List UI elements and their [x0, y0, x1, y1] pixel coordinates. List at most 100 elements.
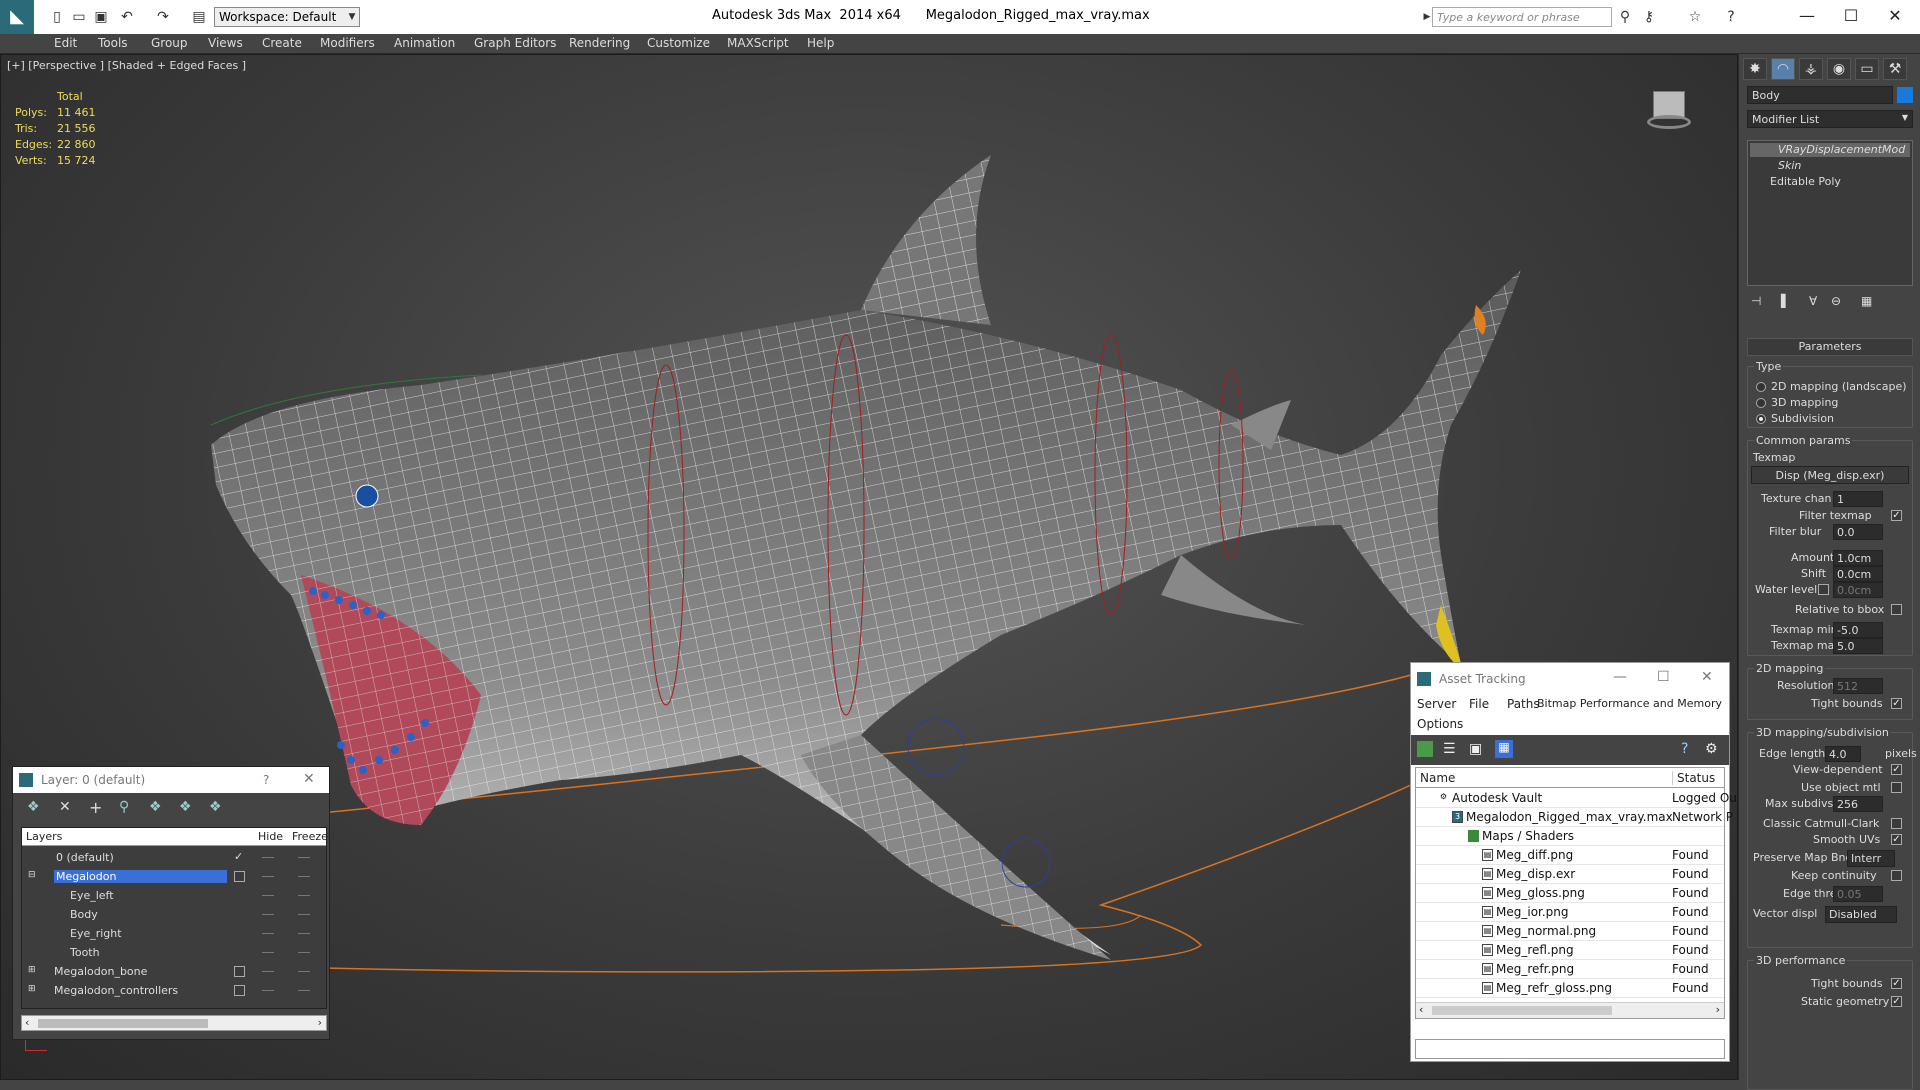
modify-tab-icon[interactable]: ◠	[1771, 58, 1795, 80]
edge-length-spinner[interactable]: 4.0	[1825, 746, 1861, 762]
vector-displ-dropdown[interactable]: Disabled	[1825, 906, 1897, 923]
asset-menu-paths[interactable]: Paths	[1507, 697, 1540, 711]
refresh-icon[interactable]	[1417, 741, 1433, 757]
stack-item[interactable]: VRayDisplacementMod	[1750, 143, 1910, 157]
redo-icon[interactable]: ↷	[154, 9, 172, 25]
asset-menu-options[interactable]: Options	[1417, 717, 1463, 731]
hide-all-icon[interactable]: ❖	[179, 799, 192, 815]
settings-icon[interactable]: ⚙	[1705, 741, 1718, 757]
asset-menu-server[interactable]: Server	[1417, 697, 1456, 711]
modifier-stack[interactable]: VRayDisplacementMod Skin Editable Poly	[1747, 140, 1913, 286]
undo-icon[interactable]: ↶	[118, 9, 136, 25]
keep-continuity-checkbox[interactable]	[1891, 870, 1902, 881]
create-tab-icon[interactable]: ✸	[1743, 58, 1767, 80]
highlight-layer-icon[interactable]: ❖	[149, 799, 162, 815]
stack-item[interactable]: Skin	[1750, 159, 1910, 173]
save-icon[interactable]: ▣	[92, 9, 110, 25]
scroll-left-icon[interactable]: ‹	[1419, 1003, 1423, 1016]
col-status[interactable]: Status	[1672, 771, 1715, 785]
asset-row[interactable]: 3 Megalodon_Rigged_max_vray.max Network P	[1416, 808, 1733, 827]
asset-menu-file[interactable]: File	[1469, 697, 1489, 711]
star-icon[interactable]: ☆	[1686, 9, 1704, 25]
use-object-mtl-checkbox[interactable]	[1891, 782, 1902, 793]
layer-close-button[interactable]: ✕	[303, 771, 315, 787]
delete-layer-icon[interactable]: ✕	[59, 799, 71, 815]
layer-row[interactable]: ⊟ Megalodon	[22, 867, 328, 886]
help-icon[interactable]: ?	[1722, 9, 1740, 25]
create-layer-icon[interactable]: ❖	[27, 799, 40, 815]
menu-help[interactable]: Help	[807, 36, 834, 50]
layer-row[interactable]: ⊞ Megalodon_controllers	[22, 981, 328, 1000]
asset-row[interactable]: ▤ Meg_diff.png Found	[1416, 846, 1724, 865]
pin-stack-icon[interactable]: ⊣	[1751, 294, 1761, 308]
expand-icon[interactable]: ⊟	[28, 870, 36, 880]
add-to-layer-icon[interactable]: +	[89, 798, 102, 817]
amount-spinner[interactable]: 1.0cm	[1833, 550, 1883, 566]
display-tab-icon[interactable]: ▭	[1855, 58, 1879, 80]
layer-row[interactable]: 0 (default) ✓	[22, 848, 328, 867]
radio-2d-mapping[interactable]	[1756, 382, 1766, 392]
scroll-thumb[interactable]	[1432, 1006, 1612, 1015]
water-level-spinner[interactable]: 0.0cm	[1833, 582, 1883, 598]
maximize-button[interactable]: ☐	[1828, 4, 1874, 28]
key-icon[interactable]: ⚷	[1640, 9, 1658, 25]
asset-menu-bitmap[interactable]: Bitmap Performance and Memory	[1537, 697, 1722, 710]
select-layer-icon[interactable]: ⚲	[119, 799, 129, 815]
menu-modifiers[interactable]: Modifiers	[320, 36, 375, 50]
asset-row[interactable]: ▤ Meg_disp.exr Found	[1416, 865, 1724, 884]
layer-row[interactable]: Body	[22, 905, 328, 924]
radio-subdivision[interactable]	[1756, 414, 1766, 424]
project-folder-icon[interactable]: ▤	[190, 9, 208, 25]
menu-group[interactable]: Group	[151, 36, 188, 50]
asset-row[interactable]: ▤ Meg_gloss.png Found	[1416, 884, 1724, 903]
hierarchy-tab-icon[interactable]: ⚶	[1799, 58, 1823, 80]
asset-row[interactable]: ▤ Meg_refl.png Found	[1416, 941, 1724, 960]
layer-row[interactable]: Tooth	[22, 943, 328, 962]
texture-chan-spinner[interactable]: 1	[1833, 491, 1883, 507]
texmap-max-spinner[interactable]: 5.0	[1833, 638, 1883, 654]
static-geometry-checkbox[interactable]: ✓	[1891, 996, 1902, 1007]
col-name[interactable]: Name	[1420, 771, 1455, 785]
asset-maximize-button[interactable]: ☐	[1657, 669, 1670, 685]
app-logo[interactable]: ◣	[0, 0, 34, 34]
modifier-list-dropdown[interactable]: Modifier List ▼	[1747, 110, 1913, 128]
filter-blur-spinner[interactable]: 0.0	[1833, 524, 1883, 540]
help-icon[interactable]: ?	[1681, 741, 1688, 757]
asset-row[interactable]: ▤ Meg_ior.png Found	[1416, 903, 1724, 922]
asset-row[interactable]: Maps / Shaders	[1416, 827, 1724, 846]
minimize-button[interactable]: —	[1784, 4, 1830, 28]
layer-hide-checkbox[interactable]	[234, 871, 245, 882]
expand-icon[interactable]: ⊞	[28, 965, 36, 975]
configure-sets-icon[interactable]: ▦	[1861, 294, 1872, 308]
scroll-right-icon[interactable]: ›	[1716, 1003, 1720, 1016]
menu-customize[interactable]: Customize	[647, 36, 710, 50]
menu-animation[interactable]: Animation	[394, 36, 455, 50]
workspace-chevron-icon[interactable]: ▼	[343, 9, 361, 25]
layer-row[interactable]: Eye_right	[22, 924, 328, 943]
asset-horizontal-scrollbar[interactable]: ‹ ›	[1416, 1002, 1724, 1018]
asset-row[interactable]: ▤ Meg_refr_gloss.png Found	[1416, 979, 1724, 998]
asset-row[interactable]: ▤ Meg_normal.png Found	[1416, 922, 1724, 941]
workspace-dropdown[interactable]: Workspace: Default	[214, 7, 360, 27]
binoculars-icon[interactable]: ⚲	[1616, 9, 1634, 25]
menu-maxscript[interactable]: MAXScript	[727, 36, 789, 50]
layer-help-button[interactable]: ?	[263, 773, 269, 787]
freeze-all-icon[interactable]: ❖	[209, 799, 222, 815]
classic-catmull-checkbox[interactable]	[1891, 818, 1902, 829]
menu-views[interactable]: Views	[208, 36, 243, 50]
asset-close-button[interactable]: ✕	[1701, 669, 1713, 685]
remove-modifier-icon[interactable]: ⊖	[1831, 294, 1841, 308]
filter-texmap-checkbox[interactable]: ✓	[1891, 510, 1902, 521]
layer-row[interactable]: Eye_left	[22, 886, 328, 905]
thumbnail-view-icon[interactable]: ▣	[1469, 741, 1482, 757]
new-file-icon[interactable]: ▯	[48, 9, 66, 25]
texmap-min-spinner[interactable]: -5.0	[1833, 622, 1883, 638]
asset-row[interactable]: ▤ Meg_refr.png Found	[1416, 960, 1724, 979]
tight-bounds-checkbox[interactable]: ✓	[1891, 698, 1902, 709]
stack-item[interactable]: Editable Poly	[1750, 175, 1910, 189]
menu-tools[interactable]: Tools	[98, 36, 128, 50]
object-name-field[interactable]: Body	[1747, 86, 1893, 104]
menu-create[interactable]: Create	[262, 36, 302, 50]
open-file-icon[interactable]: ▭	[70, 9, 88, 25]
asset-minimize-button[interactable]: —	[1613, 669, 1627, 685]
